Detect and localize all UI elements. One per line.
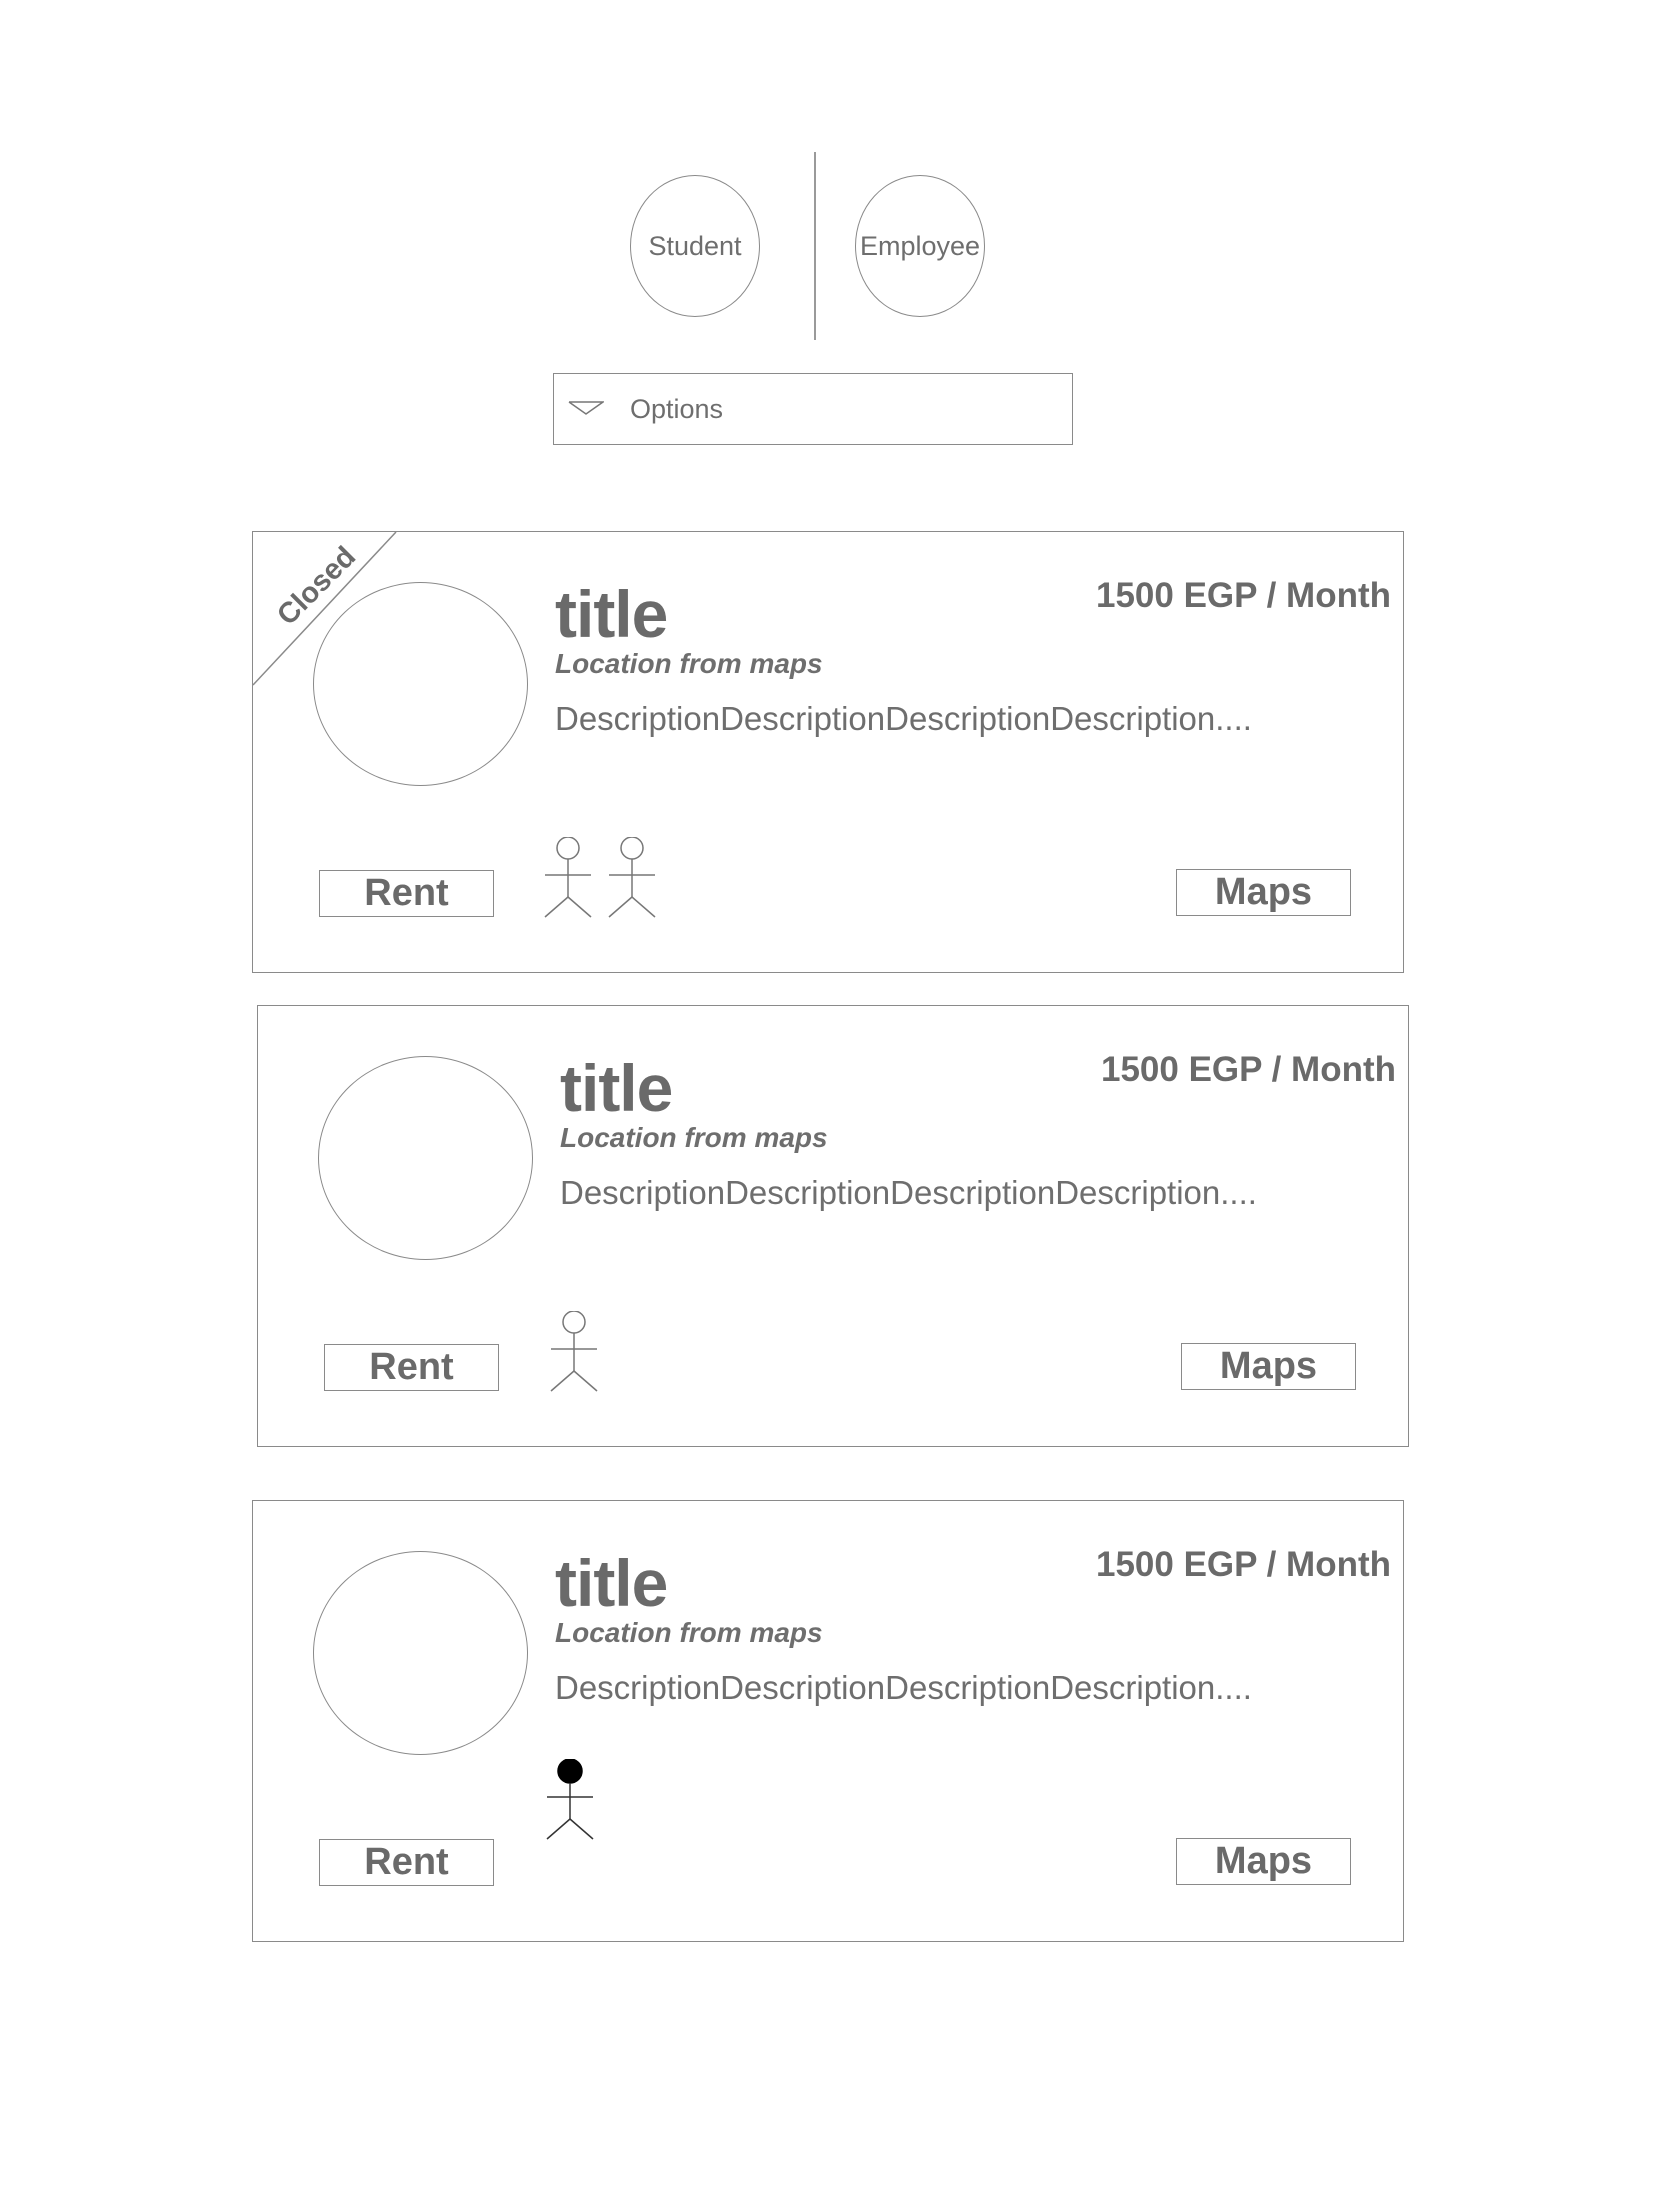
listing-location: Location from maps xyxy=(555,1617,823,1648)
rent-button[interactable]: Rent xyxy=(324,1344,499,1391)
occupants xyxy=(546,1759,594,1840)
maps-button[interactable]: Maps xyxy=(1176,1838,1351,1885)
listing-card: title Location from maps DescriptionDesc… xyxy=(257,1005,1409,1447)
listing-description: DescriptionDescriptionDescriptionDescrip… xyxy=(560,1174,1257,1211)
role-divider xyxy=(814,152,816,340)
listing-location: Location from maps xyxy=(555,648,823,679)
listing-image xyxy=(313,582,528,786)
listing-location: Location from maps xyxy=(560,1122,828,1153)
listing-price: 1500 EGP / Month xyxy=(1096,576,1391,615)
listing-title: title xyxy=(555,1546,668,1620)
rent-button[interactable]: Rent xyxy=(319,870,494,917)
listing-image xyxy=(313,1551,528,1755)
maps-button[interactable]: Maps xyxy=(1181,1343,1356,1390)
listing-card: Closed title Location from maps Descript… xyxy=(252,531,1404,973)
chevron-down-icon xyxy=(568,401,604,415)
person-outline-icon xyxy=(544,837,592,918)
maps-button[interactable]: Maps xyxy=(1176,869,1351,916)
listing-price: 1500 EGP / Month xyxy=(1096,1545,1391,1584)
options-label: Options xyxy=(630,394,724,424)
student-role-label: Student xyxy=(648,230,742,261)
student-role-button[interactable]: Student xyxy=(630,175,760,317)
listing-card: title Location from maps DescriptionDesc… xyxy=(252,1500,1404,1942)
person-filled-icon xyxy=(546,1759,594,1840)
listing-title: title xyxy=(560,1051,673,1125)
occupants xyxy=(550,1311,598,1392)
person-outline-icon xyxy=(608,837,656,918)
employee-role-label: Employee xyxy=(859,230,981,261)
person-outline-icon xyxy=(550,1311,598,1392)
listing-image xyxy=(318,1056,533,1260)
listing-title: title xyxy=(555,577,668,651)
occupants xyxy=(544,837,656,918)
listing-description: DescriptionDescriptionDescriptionDescrip… xyxy=(555,700,1252,737)
listing-description: DescriptionDescriptionDescriptionDescrip… xyxy=(555,1669,1252,1706)
listing-price: 1500 EGP / Month xyxy=(1101,1050,1396,1089)
employee-role-button[interactable]: Employee xyxy=(855,175,985,317)
rent-button[interactable]: Rent xyxy=(319,1839,494,1886)
options-dropdown[interactable]: Options xyxy=(553,373,1073,445)
